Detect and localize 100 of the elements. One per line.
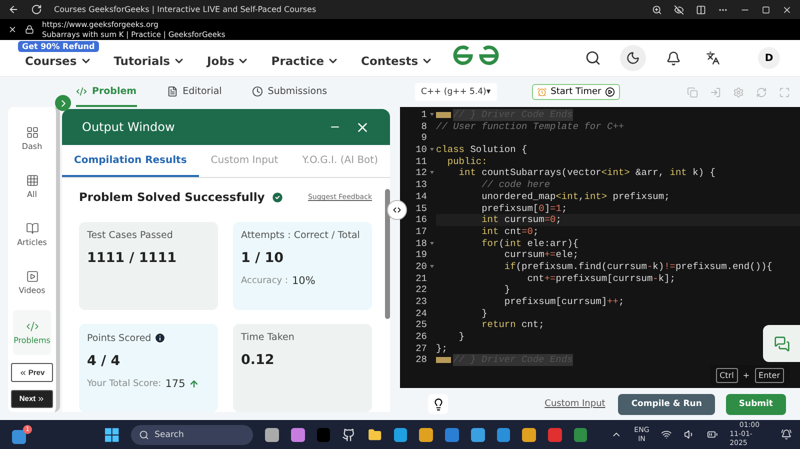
play-icon (26, 270, 38, 283)
close-icon[interactable] (8, 25, 17, 34)
check-icon (270, 190, 284, 204)
problem-tab[interactable]: Problem (76, 77, 137, 107)
code-line: return cnt; (480, 319, 544, 332)
refund-badge[interactable]: Get 90% Refund (18, 41, 99, 52)
code-line: currsum+=ele; (503, 249, 579, 261)
github-icon[interactable] (342, 428, 356, 442)
code-line: }; (436, 342, 448, 354)
expand-icon[interactable] (55, 95, 71, 111)
code-line: } (480, 308, 488, 320)
code-line: int countSubarrays(vector<int> &arr, int k) { (458, 167, 716, 180)
nav-item[interactable]: Contests (361, 48, 434, 68)
note-label: Accuracy : (241, 276, 288, 286)
close-icon[interactable] (782, 4, 792, 14)
taskbar-search[interactable]: Search (130, 424, 254, 444)
code-line: // User function Template for C++ (436, 120, 624, 132)
logo-icon[interactable] (453, 45, 500, 67)
code-icon (76, 86, 87, 96)
sidebar-item[interactable]: Videos (13, 262, 51, 302)
problem-tab[interactable]: Submissions (252, 77, 328, 107)
line-number: 16 (400, 214, 436, 226)
battery-icon[interactable] (706, 429, 718, 440)
note-label: Your Total Score: (87, 379, 162, 389)
fold-caret-icon[interactable] (430, 113, 434, 116)
output-window-title: Output Window (82, 120, 176, 134)
windows-icon[interactable] (104, 428, 119, 442)
double-chevron-right-icon (36, 394, 45, 403)
status-text: Problem Solved Successfully (79, 190, 265, 204)
alarm-clock-icon (536, 87, 547, 97)
card-value: 0.12 (241, 352, 276, 368)
code-line: int currsum=0; (480, 214, 562, 226)
maximize-icon[interactable] (762, 6, 770, 14)
split-icon[interactable] (696, 4, 706, 14)
grid-icon (26, 174, 38, 188)
code-editor[interactable] (400, 107, 800, 388)
code-line: prefixsum[currsum]++; (503, 296, 624, 308)
code-line: } (458, 331, 465, 343)
nav-item[interactable]: Practice (271, 48, 340, 68)
fold-caret-icon[interactable] (430, 148, 434, 152)
code-line: public: (446, 156, 488, 168)
start-timer-button[interactable]: Start Timer (532, 84, 620, 100)
sidebar-item[interactable]: Dash (13, 119, 51, 159)
compile-run-button[interactable]: Compile & Run (618, 394, 715, 414)
note-value: 175 (165, 378, 186, 390)
lightbulb-icon[interactable] (428, 394, 448, 414)
card-label: Test Cases Passed (87, 230, 173, 241)
nav-item[interactable]: Jobs (207, 48, 250, 68)
window-title: Courses GeeksforGeeks | Interactive LIVE and Self-Paced Courses (54, 5, 316, 14)
code-line: for(int ele:arr){ (480, 238, 579, 250)
sidebar-item[interactable]: Articles (13, 214, 51, 254)
app-icon[interactable] (574, 428, 588, 442)
reload-icon[interactable] (31, 4, 42, 15)
eye-off-icon[interactable] (674, 4, 684, 14)
volume-icon[interactable] (684, 429, 695, 440)
card-value: 1111 / 1111 (87, 250, 178, 266)
code-line: // code here (480, 179, 550, 191)
code-line: class Solution { (436, 144, 528, 156)
card-label: Points Scored (87, 332, 152, 344)
problem-tab[interactable]: Editorial (166, 77, 222, 107)
key-label: Enter (754, 368, 784, 383)
folder-icon[interactable] (368, 428, 382, 442)
fold-marker-icon[interactable] (436, 357, 451, 364)
code-line: int cnt=0; (480, 226, 539, 238)
double-chevron-left-icon (19, 368, 28, 377)
clock-icon (252, 86, 263, 96)
submit-button[interactable]: Submit (726, 394, 786, 414)
card-value: 1 / 10 (241, 250, 285, 266)
code-icon (26, 320, 38, 334)
sidebar-item[interactable]: All (13, 166, 51, 207)
lock-icon (25, 25, 34, 34)
nav-item[interactable]: Tutorials (114, 48, 186, 68)
custom-input-link[interactable]: Custom Input (544, 399, 606, 409)
wifi-icon[interactable] (661, 429, 672, 440)
code-line: } (503, 284, 510, 296)
fold-caret-icon[interactable] (430, 171, 434, 174)
fold-caret-icon[interactable] (430, 242, 434, 245)
search-icon (138, 430, 149, 440)
info-icon[interactable] (154, 332, 166, 344)
fold-caret-icon[interactable] (430, 264, 434, 268)
card-value: 4 / 4 (87, 353, 122, 369)
code-line: if(prefixsum.find(currsum-k)!=prefixsum.end()){ (503, 260, 772, 273)
left-right-icon (392, 205, 402, 215)
chat-button[interactable] (763, 325, 800, 362)
app-icon[interactable] (496, 428, 510, 442)
back-icon[interactable] (8, 4, 19, 15)
zoom-icon[interactable] (652, 4, 662, 14)
output-tab[interactable]: Compilation Results (62, 145, 199, 177)
avatar[interactable]: D (758, 47, 780, 69)
moon-icon[interactable] (620, 45, 646, 71)
chat-icon (774, 336, 790, 352)
language-select[interactable]: C++ (g++ 5.4)▾ (415, 83, 497, 101)
code-line: prefixsum[0]=1; (480, 202, 568, 214)
dashboard-icon (26, 126, 38, 140)
code-line: cnt+=prefixsum[currsum-k]; (526, 272, 676, 284)
notification-icon[interactable] (781, 429, 792, 440)
fold-marker-icon[interactable] (436, 112, 451, 118)
book-icon (26, 222, 38, 235)
document-icon (166, 86, 178, 96)
sidebar-item[interactable]: Problems (13, 310, 51, 356)
